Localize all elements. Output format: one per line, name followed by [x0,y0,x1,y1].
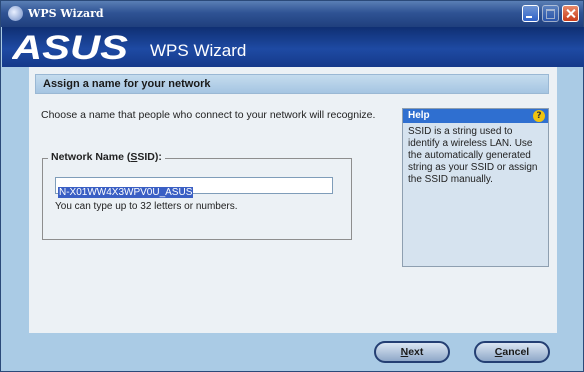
ssid-input[interactable]: N-X01WW4X3WPV0U_ASUS [55,177,333,198]
section-header: Assign a name for your network [35,74,549,94]
help-title: Help [408,110,430,121]
next-button[interactable]: Next [374,341,450,363]
app-icon [8,6,23,21]
help-panel: Help ? SSID is a string used to identify… [402,108,549,267]
title-bar[interactable]: WPS Wizard [1,1,583,27]
section-title: Assign a name for your network [43,78,211,90]
help-text: SSID is a string used to identify a wire… [408,126,538,185]
network-name-label: Network Name (SSID): [48,151,165,163]
ssid-selected-text: N-X01WW4X3WPV0U_ASUS [58,187,194,198]
svg-text:ASUS: ASUS [12,30,128,64]
ssid-length-note: You can type up to 32 letters or numbers… [55,201,238,212]
minimize-button[interactable] [522,5,539,22]
cancel-button[interactable]: Cancel [474,341,550,363]
close-button[interactable] [562,5,579,22]
question-mark-icon[interactable]: ? [533,110,545,122]
asus-logo: ASUS [12,30,128,64]
wps-wizard-window: WPS Wizard ASUS WPS Wizard Assign a name… [0,0,584,372]
help-header: Help ? [403,109,548,123]
content-panel: Assign a name for your network Choose a … [29,67,557,333]
description-text: Choose a name that people who connect to… [41,109,376,121]
window-title: WPS Wizard [28,7,104,20]
header-banner: ASUS WPS Wizard [2,27,584,67]
banner-title: WPS Wizard [150,41,247,60]
network-name-group: Network Name (SSID): N-X01WW4X3WPV0U_ASU… [42,151,352,240]
maximize-button[interactable] [542,5,559,22]
